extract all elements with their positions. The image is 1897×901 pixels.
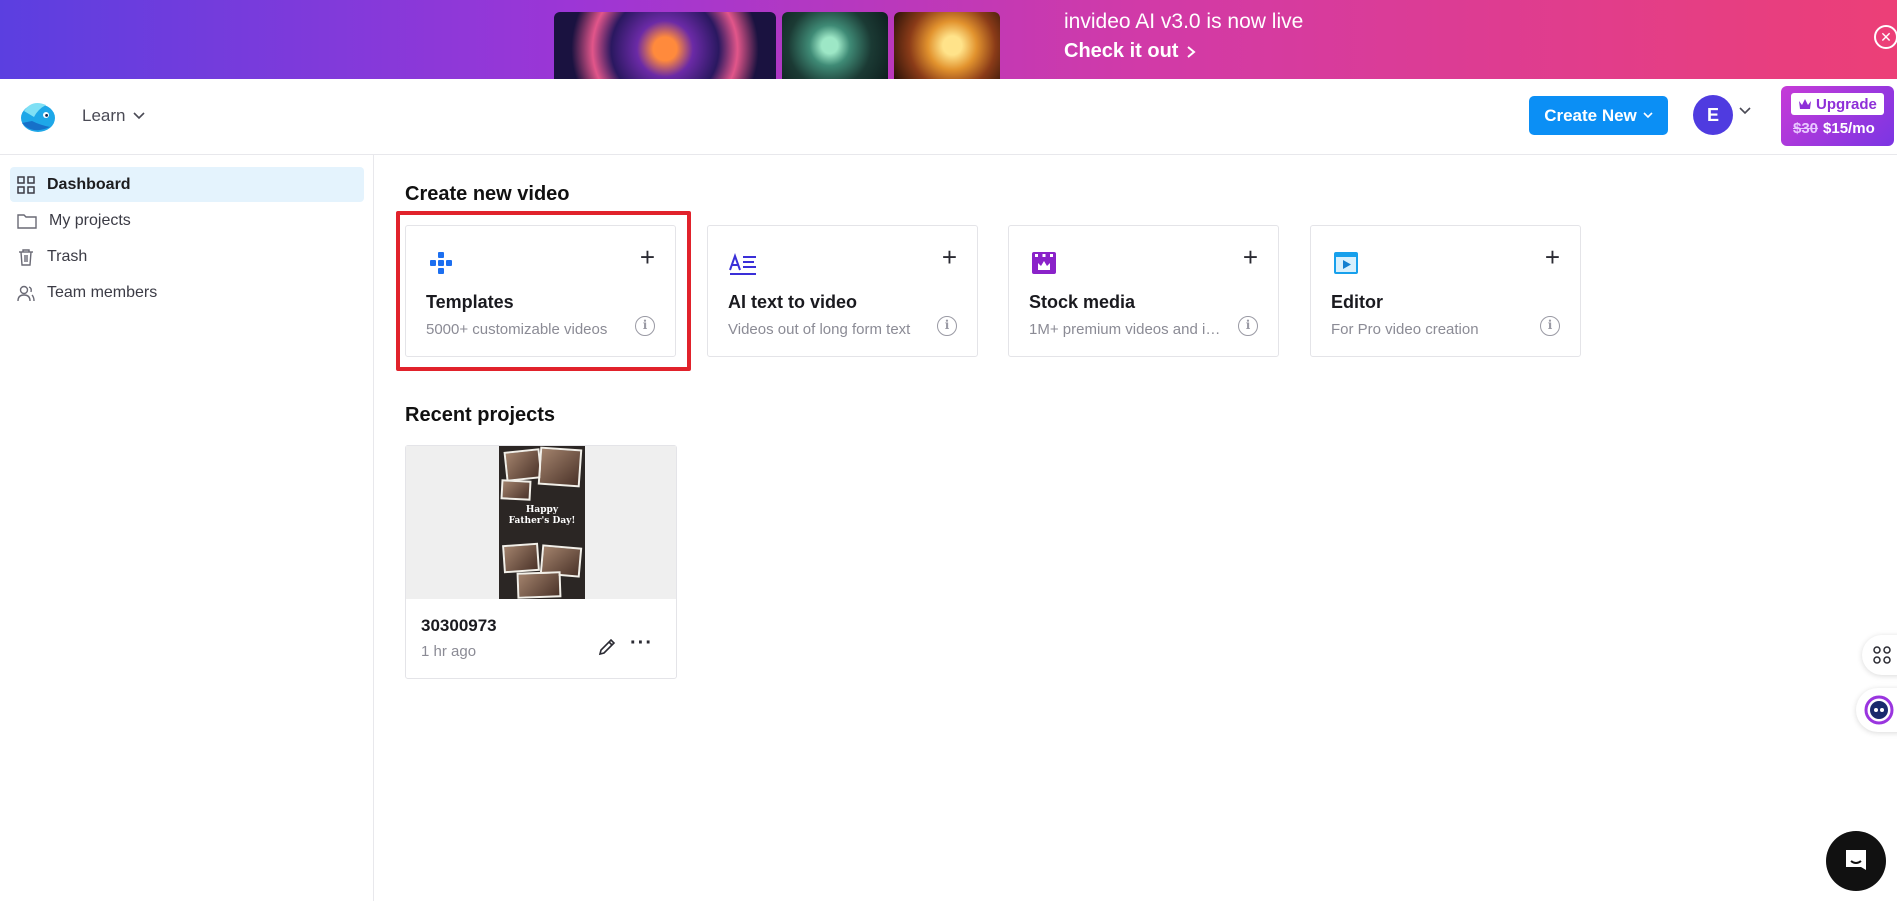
sidebar: Dashboard My projects Trash Team members <box>0 155 374 901</box>
sidebar-item-label: Dashboard <box>47 176 131 194</box>
avatar[interactable]: E <box>1693 95 1733 135</box>
card-title: Editor <box>1331 292 1383 313</box>
sidebar-item-label: Trash <box>47 248 87 266</box>
poster-photo <box>504 448 543 482</box>
chat-launcher[interactable] <box>1826 831 1886 891</box>
upgrade-pill: Upgrade <box>1791 93 1884 115</box>
card-stock-media[interactable]: + Stock media 1M+ premium videos and ima… <box>1008 225 1279 357</box>
create-new-video-heading: Create new video <box>405 183 570 206</box>
plus-icon[interactable]: + <box>1243 244 1258 270</box>
banner-title: invideo AI v3.0 is now live <box>1064 10 1303 34</box>
banner-image-cosmic <box>554 12 776 79</box>
upgrade-label: Upgrade <box>1816 96 1877 113</box>
card-title: Stock media <box>1029 292 1135 313</box>
upgrade-button[interactable]: Upgrade $30 $15/mo <box>1781 86 1894 146</box>
grid-icon <box>17 176 35 194</box>
banner-image-fire-warrior <box>894 12 1000 79</box>
sidebar-item-dashboard[interactable]: Dashboard <box>10 167 364 202</box>
poster-photo <box>538 447 583 488</box>
close-icon[interactable]: ✕ <box>1874 25 1897 49</box>
poster-photo <box>502 543 540 573</box>
learn-menu[interactable]: Learn <box>82 106 145 126</box>
chevron-down-icon <box>133 112 145 120</box>
more-options-icon[interactable]: ··· <box>630 632 653 655</box>
chevron-down-icon[interactable] <box>1739 107 1751 115</box>
plus-icon[interactable]: + <box>942 244 957 270</box>
sidebar-item-label: Team members <box>47 284 157 302</box>
sidebar-item-trash[interactable]: Trash <box>10 239 364 274</box>
apps-widget[interactable] <box>1862 635 1897 675</box>
invideo-logo[interactable] <box>18 97 58 137</box>
banner-check-it-out-link[interactable]: Check it out <box>1064 40 1196 63</box>
fathers-day-poster: Happy Father's Day! <box>499 446 585 599</box>
banner-cta-label: Check it out <box>1064 40 1178 63</box>
project-time: 1 hr ago <box>421 643 476 660</box>
stock-media-icon <box>1029 248 1059 278</box>
info-icon[interactable]: i <box>1540 316 1560 336</box>
poster-photo <box>517 571 562 599</box>
folder-icon <box>17 213 37 229</box>
create-new-label: Create New <box>1544 106 1637 126</box>
info-icon[interactable]: i <box>1238 316 1258 336</box>
sidebar-item-my-projects[interactable]: My projects <box>10 203 364 238</box>
chevron-down-icon <box>1643 112 1653 119</box>
templates-icon <box>426 248 456 278</box>
chat-icon <box>1841 846 1871 876</box>
chevron-right-icon <box>1186 45 1196 59</box>
price-new: $15/mo <box>1823 120 1875 137</box>
sidebar-item-label: My projects <box>49 212 131 230</box>
info-icon[interactable]: i <box>635 316 655 336</box>
project-thumbnail[interactable]: Happy Father's Day! <box>406 446 676 599</box>
poster-text: Happy Father's Day! <box>499 505 585 527</box>
users-icon <box>17 284 35 302</box>
info-icon[interactable]: i <box>937 316 957 336</box>
card-title: Templates <box>426 292 514 313</box>
create-new-button[interactable]: Create New <box>1529 96 1668 135</box>
apps-icon <box>1872 645 1892 665</box>
poster-photo <box>500 479 531 501</box>
recent-projects-heading: Recent projects <box>405 404 555 427</box>
card-title: AI text to video <box>728 292 857 313</box>
card-templates[interactable]: + Templates 5000+ customizable videos i <box>405 225 676 357</box>
editor-icon <box>1331 248 1361 278</box>
pencil-icon[interactable] <box>596 636 618 658</box>
card-subtitle: For Pro video creation <box>1331 321 1526 338</box>
card-subtitle: 5000+ customizable videos <box>426 321 621 338</box>
card-subtitle: Videos out of long form text <box>728 321 923 338</box>
card-editor[interactable]: + Editor For Pro video creation i <box>1310 225 1581 357</box>
plus-icon[interactable]: + <box>1545 244 1560 270</box>
banner-image-creature <box>782 12 888 79</box>
card-ai-text-to-video[interactable]: + AI text to video Videos out of long fo… <box>707 225 978 357</box>
plus-icon[interactable]: + <box>640 244 655 270</box>
promo-banner: invideo AI v3.0 is now live Check it out… <box>0 0 1897 79</box>
project-name: 30300973 <box>421 616 497 636</box>
crown-icon <box>1798 98 1812 110</box>
trash-icon <box>17 248 35 266</box>
sidebar-item-team-members[interactable]: Team members <box>10 275 364 310</box>
top-header: Learn Create New E Upgrade $30 $15/mo <box>0 79 1897 155</box>
project-card[interactable]: Happy Father's Day! 30300973 1 hr ago ··… <box>405 445 677 679</box>
price-old: $30 <box>1793 120 1818 137</box>
learn-label: Learn <box>82 106 125 126</box>
card-subtitle: 1M+ premium videos and images <box>1029 321 1224 338</box>
assistant-icon <box>1864 695 1894 725</box>
upgrade-price: $30 $15/mo <box>1793 120 1875 137</box>
assistant-widget[interactable] <box>1856 688 1897 732</box>
ai-text-icon <box>728 248 758 278</box>
